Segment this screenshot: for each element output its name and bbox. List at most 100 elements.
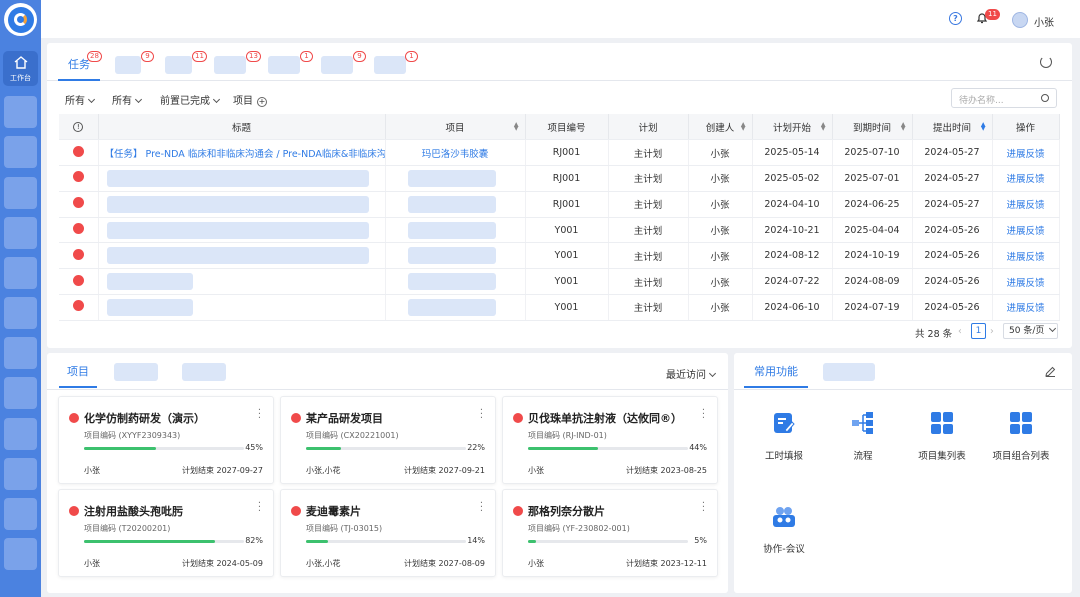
tab-placeholder[interactable] — [321, 56, 353, 74]
more-options-icon[interactable]: · · · — [258, 406, 261, 424]
task-project[interactable] — [385, 165, 526, 192]
edit-icon[interactable] — [1045, 366, 1056, 377]
sort-icon[interactable]: ▲ ▼ — [981, 122, 986, 132]
function-portfolio-list[interactable]: 项目组合列表 — [981, 410, 1061, 462]
filter-project[interactable]: 项目 + — [233, 92, 267, 107]
search-icon[interactable] — [1041, 94, 1049, 102]
task-project[interactable] — [385, 217, 526, 244]
column-header[interactable]: 计划开始 ▲ ▼ — [752, 114, 833, 141]
task-project[interactable] — [385, 294, 526, 321]
function-program-list[interactable]: 项目集列表 — [902, 410, 982, 462]
project-card[interactable]: 那格列奈分散片 · · · 项目编码 (YF-230802-001) 5% 小张 计… — [502, 489, 718, 577]
more-options-icon[interactable]: · · · — [480, 499, 483, 517]
task-project[interactable] — [385, 268, 526, 296]
task-title[interactable] — [98, 165, 386, 192]
refresh-icon[interactable] — [1040, 56, 1052, 68]
app-logo[interactable] — [4, 3, 37, 36]
sort-icon[interactable]: ▲ ▼ — [741, 122, 746, 132]
column-header[interactable]: 项目 ▲ ▼ — [385, 114, 526, 141]
table-row[interactable]: Y001 主计划 小张 2024-08-12 2024-10-19 2024-0… — [59, 242, 1060, 270]
tab-placeholder[interactable] — [214, 56, 246, 74]
tab-placeholder[interactable] — [374, 56, 406, 74]
function-workflow[interactable]: 流程 — [823, 410, 903, 462]
project-card[interactable]: 注射用盐酸头孢吡肟 · · · 项目编码 (T20200201) 82% 小张 计划… — [58, 489, 274, 577]
sidebar-item[interactable] — [4, 458, 37, 490]
column-header[interactable]: 项目编号 — [525, 114, 609, 141]
sidebar-item[interactable] — [4, 337, 37, 369]
table-row[interactable]: RJ001 主计划 小张 2024-04-10 2024-06-25 2024-… — [59, 191, 1060, 218]
search-input[interactable]: 待办名称... — [951, 88, 1057, 108]
more-options-icon[interactable]: · · · — [702, 499, 705, 517]
progress-feedback-link[interactable]: 进展反馈 — [992, 191, 1060, 218]
project-title[interactable]: 某产品研发项目 — [306, 410, 383, 426]
task-project[interactable]: 玛巴洛沙韦胶囊 — [385, 139, 526, 167]
project-title[interactable]: 贝伐珠单抗注射液（达攸同®） — [528, 410, 682, 426]
tab-placeholder[interactable] — [268, 56, 300, 74]
sort-icon[interactable]: ▲ ▼ — [514, 122, 519, 132]
table-row[interactable]: RJ001 主计划 小张 2025-05-02 2025-07-01 2024-… — [59, 165, 1060, 192]
project-title[interactable]: 那格列奈分散片 — [528, 503, 605, 519]
project-card[interactable]: 麦迪霉素片 · · · 项目编码 (TJ-03015) 14% 小张,小花 计划结束… — [280, 489, 496, 577]
prev-page-icon[interactable]: ‹ — [958, 326, 962, 337]
project-card[interactable]: 贝伐珠单抗注射液（达攸同®） · · · 项目编码 (RJ-IND-01) 44% … — [502, 396, 718, 484]
tab-placeholder[interactable] — [165, 56, 192, 74]
task-project[interactable] — [385, 242, 526, 270]
task-title[interactable] — [98, 191, 386, 218]
column-header[interactable]: 创建人 ▲ ▼ — [688, 114, 753, 141]
sidebar-item[interactable] — [4, 538, 37, 570]
sidebar-item[interactable] — [4, 257, 37, 289]
column-header[interactable]: 到期时间 ▲ ▼ — [832, 114, 913, 141]
tab-placeholder[interactable] — [182, 363, 226, 381]
more-options-icon[interactable]: · · · — [258, 499, 261, 517]
project-card[interactable]: 某产品研发项目 · · · 项目编码 (CX20221001) 22% 小张,小花 … — [280, 396, 496, 484]
table-row[interactable]: Y001 主计划 小张 2024-10-21 2025-04-04 2024-0… — [59, 217, 1060, 244]
function-meeting[interactable]: 协作-会议 — [744, 503, 824, 555]
progress-feedback-link[interactable]: 进展反馈 — [992, 165, 1060, 192]
help-icon[interactable]: ? — [949, 12, 962, 25]
sidebar-item[interactable] — [4, 498, 37, 530]
table-row[interactable]: Y001 主计划 小张 2024-06-10 2024-07-19 2024-0… — [59, 294, 1060, 321]
task-title[interactable] — [98, 294, 386, 321]
tab-placeholder[interactable] — [823, 363, 875, 381]
project-card[interactable]: 化学仿制药研发（演示） · · · 项目编码 (XYYF2309343) 45% 小… — [58, 396, 274, 484]
sidebar-item[interactable] — [4, 377, 37, 409]
task-title[interactable] — [98, 217, 386, 244]
sidebar-item[interactable] — [4, 96, 37, 128]
table-row[interactable]: 【任务】 Pre-NDA 临床和非临床沟通会 / Pre-NDA临床&非临床沟.… — [59, 139, 1060, 167]
task-title[interactable]: 【任务】 Pre-NDA 临床和非临床沟通会 / Pre-NDA临床&非临床沟.… — [98, 139, 386, 167]
tab-projects[interactable]: 项目 — [59, 361, 97, 388]
sort-icon[interactable]: ▲ ▼ — [901, 122, 906, 132]
progress-feedback-link[interactable]: 进展反馈 — [992, 217, 1060, 244]
tab-placeholder[interactable] — [115, 56, 141, 74]
next-page-icon[interactable]: › — [990, 326, 994, 337]
more-options-icon[interactable]: · · · — [702, 406, 705, 424]
column-header[interactable]: 计划 — [608, 114, 689, 141]
tab-placeholder[interactable] — [114, 363, 158, 381]
tab-common-functions[interactable]: 常用功能 — [744, 361, 808, 388]
sidebar-item[interactable] — [4, 136, 37, 168]
task-title[interactable] — [98, 268, 386, 296]
sidebar-item-workbench[interactable]: 工作台 — [3, 51, 38, 86]
column-header[interactable]: 标题 — [98, 114, 386, 141]
task-title[interactable] — [98, 242, 386, 270]
sort-dropdown[interactable]: 最近访问 — [666, 366, 717, 381]
avatar[interactable] — [1012, 12, 1028, 28]
column-header[interactable]: 提出时间 ▲ ▼ — [912, 114, 993, 141]
filter-dropdown[interactable]: 所有 — [65, 92, 96, 107]
filter-dropdown[interactable]: 前置已完成 — [160, 92, 221, 107]
project-title[interactable]: 注射用盐酸头孢吡肟 — [84, 503, 183, 519]
more-options-icon[interactable]: · · · — [480, 406, 483, 424]
sort-icon[interactable]: ▲ ▼ — [821, 122, 826, 132]
filter-dropdown[interactable]: 所有 — [112, 92, 143, 107]
progress-feedback-link[interactable]: 进展反馈 — [992, 242, 1060, 270]
sidebar-item[interactable] — [4, 177, 37, 209]
task-project[interactable] — [385, 191, 526, 218]
progress-feedback-link[interactable]: 进展反馈 — [992, 139, 1060, 167]
function-timesheet[interactable]: 工时填报 — [744, 410, 824, 462]
sidebar-item[interactable] — [4, 297, 37, 329]
sidebar-item[interactable] — [4, 217, 37, 249]
project-title[interactable]: 麦迪霉素片 — [306, 503, 361, 519]
page-number[interactable]: 1 — [971, 323, 986, 339]
sidebar-item[interactable] — [4, 418, 37, 450]
progress-feedback-link[interactable]: 进展反馈 — [992, 268, 1060, 296]
